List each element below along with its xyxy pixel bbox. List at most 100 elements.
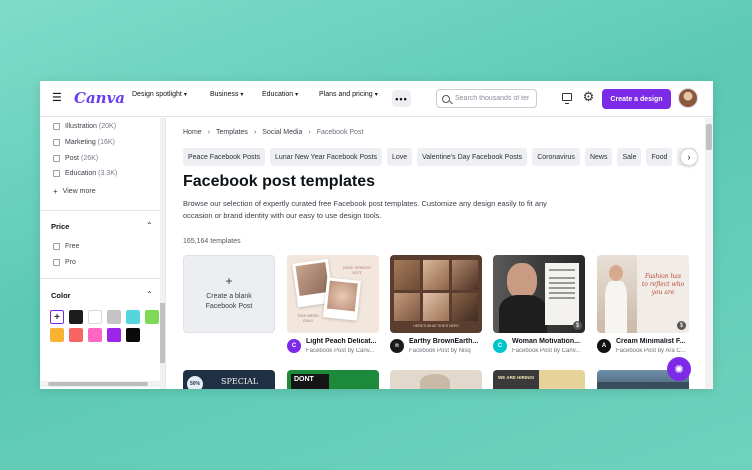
scrollbar-thumb[interactable] [706, 124, 712, 150]
portrait-face [507, 263, 537, 299]
chips-next-button[interactable]: › [680, 148, 698, 166]
filter-category-illustration[interactable]: Illustration (20K) [53, 123, 116, 130]
color-swatch-turquoise[interactable] [126, 310, 140, 324]
search-input[interactable]: Search thousands of ter [436, 89, 537, 108]
chip-lunar-new-year[interactable]: Lunar New Year Facebook Posts [270, 148, 382, 166]
checkbox[interactable] [53, 139, 60, 146]
nav-label: Design spotlight [132, 91, 182, 98]
chip-peace-facebook-posts[interactable]: Peace Facebook Posts [183, 148, 265, 166]
checkbox[interactable] [53, 155, 60, 162]
breadcrumb: Home › Templates › Social Media › Facebook … [183, 129, 363, 136]
template-card-partial[interactable]: WE ARE HIRING! [493, 370, 585, 389]
chip-news[interactable]: News [584, 148, 613, 166]
template-card-partial[interactable]: DONT [287, 370, 379, 389]
chevron-down-icon: ▾ [183, 92, 187, 98]
chip-love[interactable]: Love [386, 148, 413, 166]
color-swatch-dark[interactable] [126, 328, 140, 342]
template-card[interactable]: NEW SPRING HOT THIS WEEK ONLY C Light Pe… [287, 255, 379, 354]
create-blank-label: Create a blank Facebook Post [205, 293, 253, 310]
chip-food[interactable]: Food [646, 148, 673, 166]
sidebar-horizontal-scrollbar[interactable] [40, 381, 160, 387]
template-card-partial[interactable] [390, 370, 482, 389]
photo [326, 280, 358, 312]
checkbox[interactable] [53, 243, 60, 250]
sidebar-vertical-scrollbar[interactable] [160, 118, 165, 389]
canva-logo[interactable]: Canva [74, 89, 125, 107]
template-thumbnail[interactable]: $ [493, 255, 585, 333]
color-swatch-purple[interactable] [107, 328, 121, 342]
color-swatch-white[interactable] [88, 310, 102, 324]
special-text: SPECIAL [221, 377, 259, 386]
nav-plans-and-pricing[interactable]: Plans and pricing ▾ [319, 91, 378, 98]
template-title[interactable]: Cream Minimalist F... [616, 338, 688, 345]
template-thumbnail[interactable]: NEW SPRING HOT THIS WEEK ONLY [287, 255, 379, 333]
nav-design-spotlight[interactable]: Design spotlight ▾ [132, 91, 187, 98]
plus-icon: + [225, 274, 233, 288]
create-blank-card[interactable]: + Create a blank Facebook Post [183, 255, 275, 333]
filter-price-free[interactable]: Free [53, 243, 79, 250]
photo [423, 260, 449, 290]
template-card[interactable]: $ C Woman Motivation... Facebook Post by… [493, 255, 585, 354]
template-card[interactable]: HERE'S WHAT SHE'S NEED n Earthy BrownEar… [390, 255, 482, 354]
template-thumbnail[interactable]: Fashion has to reflect who you are $ [597, 255, 689, 333]
main-content: Home › Templates › Social Media › Facebook … [167, 118, 705, 389]
scrollbar-thumb[interactable] [160, 303, 165, 363]
scrollbar-thumb[interactable] [48, 382, 148, 386]
template-card[interactable]: Fashion has to reflect who you are $ A C… [597, 255, 689, 354]
breadcrumb-templates[interactable]: Templates [216, 129, 248, 136]
checkbox[interactable] [53, 123, 60, 130]
template-title[interactable]: Earthy BrownEarth... [409, 338, 481, 345]
creator-logo: C [287, 339, 301, 353]
chip-sale[interactable]: Sale [617, 148, 642, 166]
view-more-link[interactable]: + View more [53, 187, 96, 196]
nav-education[interactable]: Education ▾ [262, 91, 298, 98]
desktop-app-icon[interactable] [562, 93, 572, 104]
color-swatch-green[interactable] [145, 310, 159, 324]
text-line [549, 269, 575, 271]
template-thumbnail[interactable]: HERE'S WHAT SHE'S NEED [390, 255, 482, 333]
creator-logo: A [597, 339, 611, 353]
color-swatch-orange[interactable] [50, 328, 64, 342]
template-subtitle[interactable]: Facebook Post by Canv... [512, 348, 584, 354]
template-title[interactable]: Woman Motivation... [512, 338, 584, 345]
checkbox[interactable] [53, 170, 60, 177]
chevron-up-icon[interactable]: ⌃ [146, 221, 153, 230]
template-card-partial[interactable]: 50% SPECIAL [183, 370, 275, 389]
view-more-label: View more [62, 188, 96, 195]
breadcrumb-facebook-post: Facebook Post [316, 129, 364, 136]
breadcrumb-social-media[interactable]: Social Media [262, 129, 302, 136]
checkbox[interactable] [53, 259, 60, 266]
template-title[interactable]: Light Peach Delicat... [306, 338, 378, 345]
filter-sidebar: Illustration (20K) Marketing (16K) Post … [40, 118, 166, 389]
filter-category-post[interactable]: Post (26K) [53, 155, 98, 162]
template-subtitle[interactable]: Facebook Post by Canv... [306, 348, 378, 354]
create-a-design-button[interactable]: Create a design [602, 89, 671, 109]
color-swatch-multicolor[interactable]: + [50, 310, 64, 324]
more-menu-button[interactable]: ••• [392, 90, 411, 107]
divider [40, 210, 160, 211]
nav-business[interactable]: Business ▾ [210, 91, 243, 98]
color-swatch-red[interactable] [69, 328, 83, 342]
hiring-text: WE ARE HIRING! [498, 375, 535, 380]
assistant-fab-button[interactable]: ✺ [667, 357, 691, 381]
filter-price-pro[interactable]: Pro [53, 259, 76, 266]
chip-coronavirus[interactable]: Coronavirus [532, 148, 580, 166]
color-swatch-pink[interactable] [88, 328, 102, 342]
top-navigation-bar: ☰ Canva Design spotlight ▾ Business ▾ Educ… [40, 81, 713, 117]
template-subtitle[interactable]: Facebook Post by Ara C... [616, 348, 688, 354]
chevron-up-icon[interactable]: ⌃ [146, 290, 153, 299]
main-vertical-scrollbar[interactable] [705, 118, 713, 389]
menu-icon[interactable]: ☰ [52, 93, 62, 104]
gear-icon[interactable]: ⚙ [582, 90, 595, 103]
creator-logo: n [390, 339, 404, 353]
filter-category-marketing[interactable]: Marketing (16K) [53, 139, 115, 146]
filter-category-education[interactable]: Education (3.3K) [53, 170, 117, 177]
color-swatch-black[interactable] [69, 310, 83, 324]
portrait-body [605, 281, 627, 333]
template-subtitle[interactable]: Facebook Post by Nisq [409, 348, 481, 354]
chip-valentines-day[interactable]: Valentine's Day Facebook Posts [417, 148, 528, 166]
breadcrumb-home[interactable]: Home [183, 129, 202, 136]
color-swatch-grid: + [50, 310, 159, 342]
avatar[interactable] [678, 88, 698, 108]
color-swatch-gray[interactable] [107, 310, 121, 324]
